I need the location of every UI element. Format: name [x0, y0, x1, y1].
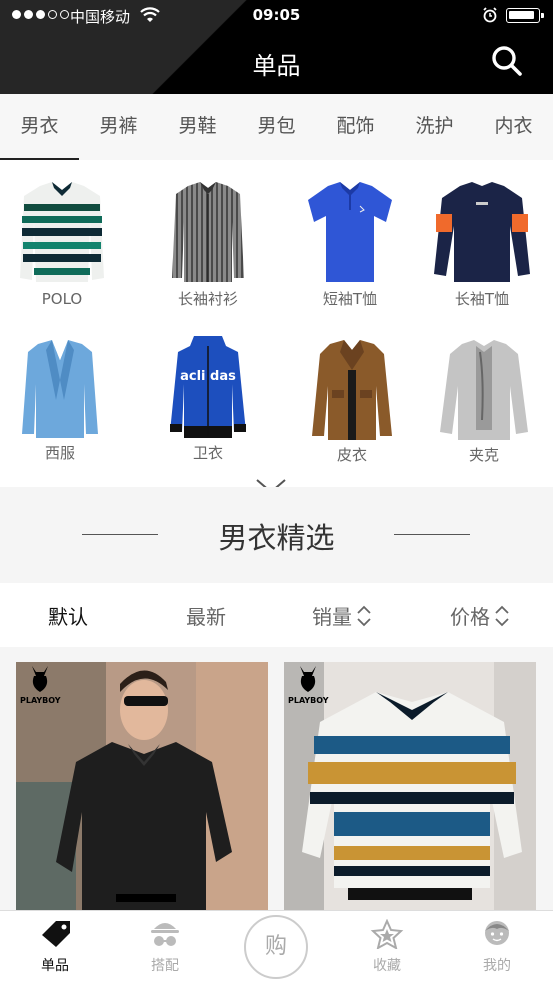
subcategory-label: 卫衣 — [192, 444, 223, 462]
category-tabs: 男衣 男裤 男鞋 男包 配饰 洗护 内衣 — [0, 94, 553, 160]
brand-logo: PLAYBOY — [20, 664, 61, 705]
sort-price[interactable]: 价格 — [450, 601, 510, 630]
subcategory-hoodie[interactable]: acli das 卫衣 — [148, 336, 268, 463]
section-header: 男衣精选 — [0, 487, 553, 583]
product-list: PLAYBOY PLAYBOY — [0, 647, 553, 912]
subcategory-long-tee[interactable]: 长袖T恤 — [422, 182, 542, 309]
polo-shirt-icon — [20, 182, 104, 282]
tab-bags[interactable]: 男包 — [237, 94, 316, 160]
tabbar-label: 我的 — [483, 958, 511, 974]
subcategory-suit[interactable]: 西服 — [0, 340, 120, 463]
hoodie-icon: acli das — [170, 336, 246, 438]
tab-menswear[interactable]: 男衣 — [0, 94, 79, 160]
status-bar: 中国移动 09:05 — [0, 0, 553, 32]
sort-arrows-icon — [495, 605, 509, 626]
long-sleeve-tee-icon — [434, 182, 530, 282]
battery-icon — [506, 8, 544, 23]
hoodie-print-text: acli das — [180, 369, 236, 384]
subcategory-label: 长袖T恤 — [454, 290, 510, 308]
subcategory-label: 西服 — [44, 444, 75, 462]
product-card[interactable]: PLAYBOY — [16, 662, 268, 912]
tabbar-item-items[interactable]: 单品 — [10, 919, 100, 975]
subcategory-jacket[interactable]: 夹克 — [424, 340, 544, 465]
tab-pants[interactable]: 男裤 — [79, 94, 158, 160]
divider-right — [394, 534, 470, 535]
tag-icon — [42, 921, 70, 947]
bottom-tab-bar: 单品 搭配 购 收藏 我的 — [0, 910, 553, 983]
subcategory-long-shirt[interactable]: 长袖衬衫 — [148, 182, 268, 309]
sort-sales-label: 销量 — [312, 605, 352, 629]
sort-default-label: 默认 — [48, 605, 88, 629]
short-sleeve-shirt-icon — [308, 182, 392, 282]
hat-glasses-icon — [151, 923, 179, 946]
subcategory-polo[interactable]: POLO — [2, 182, 122, 308]
leather-jacket-icon — [312, 340, 392, 440]
app-header: 中国移动 09:05 单品 — [0, 0, 553, 94]
subcategory-label: 短袖T恤 — [322, 290, 378, 308]
subcategory-grid: POLO 长袖衬衫 短袖T恤 长袖T恤 西服 acli das 卫衣 皮衣 夹克 — [0, 160, 553, 487]
subcategory-leather[interactable]: 皮衣 — [292, 340, 412, 465]
sort-arrows-icon — [357, 605, 371, 626]
tabbar-label: 单品 — [41, 958, 69, 974]
product-card[interactable]: PLAYBOY — [284, 662, 536, 912]
alarm-icon — [483, 7, 497, 23]
tab-underwear[interactable]: 内衣 — [474, 94, 553, 160]
sort-newest-label: 最新 — [186, 605, 226, 629]
tabbar-item-favorites[interactable]: 收藏 — [342, 918, 432, 975]
blazer-icon — [22, 340, 98, 438]
subcategory-label: 长袖衬衫 — [177, 290, 238, 308]
section-title: 男衣精选 — [218, 521, 335, 555]
dress-shirt-icon — [172, 182, 244, 282]
tabbar-label: 收藏 — [373, 958, 401, 974]
bunny-icon — [300, 666, 317, 692]
brand-logo: PLAYBOY — [288, 664, 329, 705]
search-icon[interactable] — [490, 44, 524, 78]
buy-button[interactable]: 购 — [244, 915, 308, 979]
tabbar-label: 搭配 — [151, 958, 179, 974]
sort-default[interactable]: 默认 — [48, 601, 88, 630]
subcategory-label: 皮衣 — [336, 446, 367, 464]
star-icon — [370, 918, 404, 950]
tab-shoes[interactable]: 男鞋 — [158, 94, 237, 160]
sort-price-label: 价格 — [450, 605, 490, 629]
tabbar-item-profile[interactable]: 我的 — [452, 919, 542, 975]
tab-care[interactable]: 洗护 — [395, 94, 474, 160]
sort-sales[interactable]: 销量 — [312, 601, 372, 630]
sort-bar: 默认 最新 销量 价格 — [0, 583, 553, 647]
subcategory-label: POLO — [41, 290, 83, 308]
sort-newest[interactable]: 最新 — [186, 601, 226, 630]
tab-accessories[interactable]: 配饰 — [316, 94, 395, 160]
clock: 09:05 — [252, 6, 301, 24]
bunny-icon — [32, 666, 49, 692]
user-avatar-icon — [485, 921, 509, 945]
tabbar-item-match[interactable]: 搭配 — [120, 919, 210, 975]
zip-jacket-icon — [440, 340, 528, 440]
subcategory-short-tee[interactable]: 短袖T恤 — [290, 182, 410, 309]
subcategory-label: 夹克 — [468, 446, 499, 464]
page-title: 单品 — [252, 52, 301, 80]
